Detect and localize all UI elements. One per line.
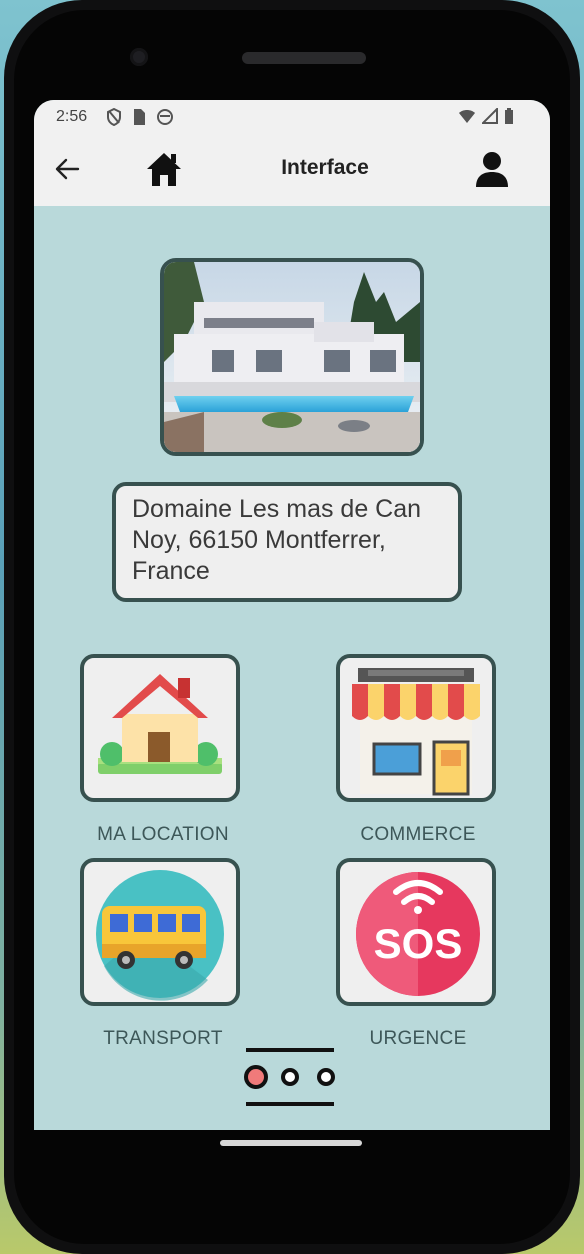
status-time: 2:56 <box>56 108 88 125</box>
urgence-label: URGENCE <box>369 1028 467 1049</box>
ma-location-tile[interactable] <box>80 654 240 802</box>
page-dot <box>317 1068 335 1086</box>
signal-icon <box>482 108 498 124</box>
page-dot <box>281 1068 299 1086</box>
home-gesture-bar[interactable] <box>220 1140 362 1146</box>
front-camera <box>130 48 148 66</box>
app-screen: 2:56 Interface Domaine Les mas de Can No… <box>34 100 550 1130</box>
transport-tile[interactable] <box>80 858 240 1006</box>
page-dot-active <box>244 1065 268 1089</box>
property-photo <box>160 258 424 456</box>
commerce-label: COMMERCE <box>360 824 476 845</box>
page-indicator[interactable] <box>244 1048 336 1108</box>
sos-icon: SOS <box>356 872 480 996</box>
address-card: Domaine Les mas de Can Noy, 66150 Montfe… <box>112 482 462 602</box>
villa-image <box>164 262 420 452</box>
status-bar: 2:56 <box>34 100 550 134</box>
urgence-tile[interactable]: SOS <box>336 858 496 1006</box>
shop-icon <box>352 668 480 796</box>
user-profile-icon[interactable] <box>474 150 510 188</box>
page-title: Interface <box>281 156 369 179</box>
earpiece-speaker <box>242 52 366 64</box>
data-saver-icon <box>157 109 173 125</box>
ma-location-label: MA LOCATION <box>97 824 229 845</box>
sim-card-icon <box>134 109 145 125</box>
wifi-icon <box>459 110 475 123</box>
app-bar: Interface <box>34 134 550 206</box>
shield-icon <box>107 108 121 126</box>
house-icon <box>98 674 222 774</box>
commerce-tile[interactable] <box>336 654 496 802</box>
transport-label: TRANSPORT <box>103 1028 223 1049</box>
bus-icon <box>96 870 224 1001</box>
battery-icon <box>505 108 513 124</box>
svg-text:SOS: SOS <box>374 920 463 967</box>
